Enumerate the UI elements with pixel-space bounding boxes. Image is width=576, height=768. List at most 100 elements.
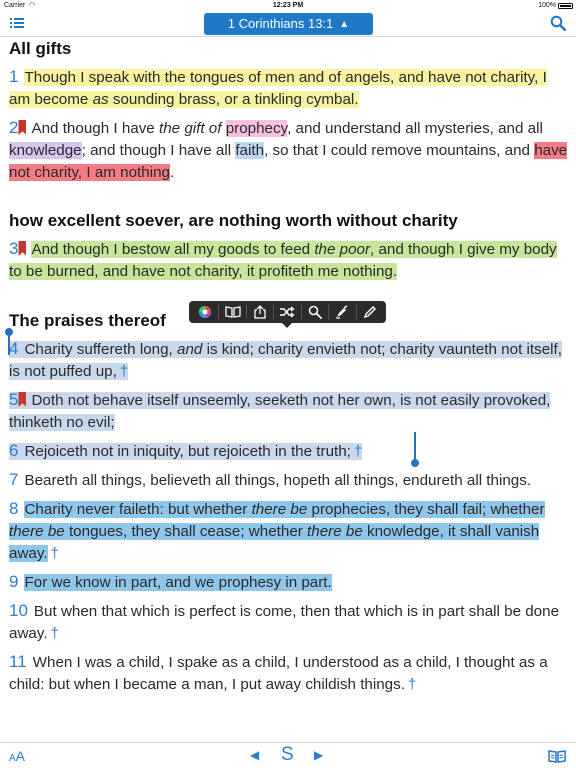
verse-text: Charity suffereth long, xyxy=(24,341,177,358)
section-heading: how excellent soever, are nothing worth … xyxy=(9,211,458,230)
verse-text: ; and though I have all xyxy=(81,142,236,159)
verse-text: Charity never faileth: but whether xyxy=(24,501,252,518)
section-heading: All gifts xyxy=(9,39,72,58)
verse-text: sounding brass, or a tinkling cymbal. xyxy=(108,91,359,108)
selection-start-handle[interactable] xyxy=(5,328,13,355)
verse-1[interactable]: 1 Though I speak with the tongues of men … xyxy=(9,66,569,111)
cross-reference-dagger[interactable]: † xyxy=(51,625,59,642)
verse-text: And though I bestow all my goods to feed xyxy=(31,241,315,258)
highlight-green: And though I bestow all my goods to feed… xyxy=(9,241,557,280)
verse-number[interactable]: 6 xyxy=(9,441,18,460)
highlighter-icon[interactable] xyxy=(331,303,353,321)
selected-text: 5 Doth not behave itself unseemly, seeket… xyxy=(9,390,551,431)
verse-text: Beareth all things, believeth all things… xyxy=(24,472,532,489)
verse-number[interactable]: 5 xyxy=(9,390,18,409)
verse-italic: there be xyxy=(9,523,65,540)
verse-text: prophecies, they shall fail; whether xyxy=(307,501,545,518)
toolbar-separator xyxy=(300,305,302,319)
battery-icon xyxy=(558,3,573,9)
verse-11[interactable]: 11 When I was a child, I spake as a child… xyxy=(9,651,569,696)
verse-number[interactable]: 3 xyxy=(9,239,18,258)
bottom-toolbar: AA ◀ S ▶ xyxy=(0,742,576,768)
verse-4[interactable]: 4 Charity suffereth long, and is kind; ch… xyxy=(9,338,569,383)
selected-text: 4 Charity suffereth long, and is kind; ch… xyxy=(9,339,562,380)
verse-8[interactable]: 8 Charity never faileth: but whether ther… xyxy=(9,498,569,565)
share-icon[interactable] xyxy=(249,303,271,321)
verse-text: Doth not behave itself unseemly, seeketh… xyxy=(9,392,551,431)
book-icon[interactable] xyxy=(222,303,244,321)
font-size-small-label: A xyxy=(9,753,16,764)
verse-text: And though I have xyxy=(31,120,159,137)
verse-10[interactable]: 10 But when that which is perfect is come… xyxy=(9,600,569,645)
next-chapter-button[interactable]: ▶ xyxy=(314,748,323,762)
verse-text: When I was a child, I spake as a child, … xyxy=(9,654,548,693)
highlight-cyan: For we know in part, and we prophesy in … xyxy=(24,574,332,591)
previous-chapter-button[interactable]: ◀ xyxy=(250,748,259,762)
cross-reference-dagger[interactable]: † xyxy=(120,363,128,380)
triangle-up-icon: ▲ xyxy=(339,19,350,30)
open-book-icon[interactable] xyxy=(548,749,566,763)
verse-6[interactable]: 6 Rejoiceth not in iniquity, but rejoicet… xyxy=(9,440,569,463)
shuffle-icon[interactable] xyxy=(276,303,298,321)
verse-7[interactable]: 7 Beareth all things, believeth all thing… xyxy=(9,469,569,492)
verse-2[interactable]: 2 And though I have the gift of prophecy,… xyxy=(9,117,569,184)
verse-3[interactable]: 3 And though I bestow all my goods to fee… xyxy=(9,238,569,283)
verse-number[interactable]: 9 xyxy=(9,572,18,591)
highlight-purple: knowledge xyxy=(9,142,82,159)
reference-selector-button[interactable]: 1 Corinthians 13:1 ▲ xyxy=(204,13,373,35)
verse-text: , so that I could remove mountains, and xyxy=(264,142,535,159)
verse-text: , and understand all mysteries, and all xyxy=(287,120,543,137)
verse-text: tongues, they shall cease; whether xyxy=(64,523,308,540)
verse-text: . xyxy=(169,164,175,181)
strongs-button[interactable]: S xyxy=(281,744,294,766)
color-wheel-icon[interactable] xyxy=(194,303,216,321)
battery-percentage: 100% xyxy=(538,2,556,9)
verse-italic: there be xyxy=(251,501,308,518)
bookmark-icon[interactable] xyxy=(18,120,27,135)
toolbar-separator xyxy=(355,305,357,319)
verse-number[interactable]: 7 xyxy=(9,470,18,489)
reference-label: 1 Corinthians 13:1 xyxy=(227,16,334,31)
selection-context-toolbar xyxy=(189,301,386,328)
verse-number[interactable]: 8 xyxy=(9,499,18,518)
toolbar-separator xyxy=(328,305,330,319)
highlight-cyan: Charity never faileth: but whether there… xyxy=(9,501,545,562)
verse-number[interactable]: 11 xyxy=(9,652,27,671)
verse-number[interactable]: 1 xyxy=(9,67,18,86)
cross-reference-dagger[interactable]: † xyxy=(51,545,59,562)
verse-number[interactable]: 10 xyxy=(9,601,28,620)
bookmark-icon[interactable] xyxy=(18,392,27,407)
verse-5[interactable]: 5 Doth not behave itself unseemly, seeket… xyxy=(9,389,569,434)
verse-italic: the gift of xyxy=(158,120,222,137)
bible-text-view[interactable]: All gifts 1 Though I speak with the tongu… xyxy=(0,37,576,742)
verse-number[interactable]: 4 xyxy=(9,339,18,358)
verse-italic: and xyxy=(177,341,203,358)
font-size-button[interactable]: AA xyxy=(9,748,25,764)
status-time: 12:23 PM xyxy=(272,2,304,9)
selection-end-handle[interactable] xyxy=(411,432,419,467)
verse-text: Rejoiceth not in iniquity, but rejoiceth… xyxy=(24,443,351,460)
verse-italic: as xyxy=(92,91,109,108)
list-icon[interactable] xyxy=(10,16,24,30)
verse-9[interactable]: 9 For we know in part, and we prophesy in… xyxy=(9,571,569,594)
bookmark-icon[interactable] xyxy=(18,241,27,256)
navigation-bar: 1 Corinthians 13:1 ▲ xyxy=(0,11,576,37)
magnifier-icon[interactable] xyxy=(304,303,326,321)
verse-number[interactable]: 2 xyxy=(9,118,18,137)
toolbar-separator xyxy=(273,305,275,319)
search-icon[interactable] xyxy=(550,15,567,32)
verse-italic: the poor xyxy=(314,241,371,258)
highlight-yellow: Though I speak with the tongues of men a… xyxy=(9,69,547,108)
highlight-blue: faith xyxy=(235,142,265,159)
pencil-icon[interactable] xyxy=(359,303,381,321)
verse-italic: there be xyxy=(307,523,363,540)
selected-text: 6 Rejoiceth not in iniquity, but rejoicet… xyxy=(9,441,363,460)
status-bar: Carrier ◠ 12:23 PM 100% xyxy=(0,0,576,11)
cross-reference-dagger[interactable]: † xyxy=(354,443,362,460)
font-size-large-label: A xyxy=(15,748,26,764)
toolbar-separator xyxy=(218,305,220,319)
verse-text: But when that which is perfect is come, … xyxy=(9,603,560,642)
toolbar-separator xyxy=(245,305,247,319)
cross-reference-dagger[interactable]: † xyxy=(408,676,416,693)
highlight-pink: prophecy xyxy=(225,120,288,137)
